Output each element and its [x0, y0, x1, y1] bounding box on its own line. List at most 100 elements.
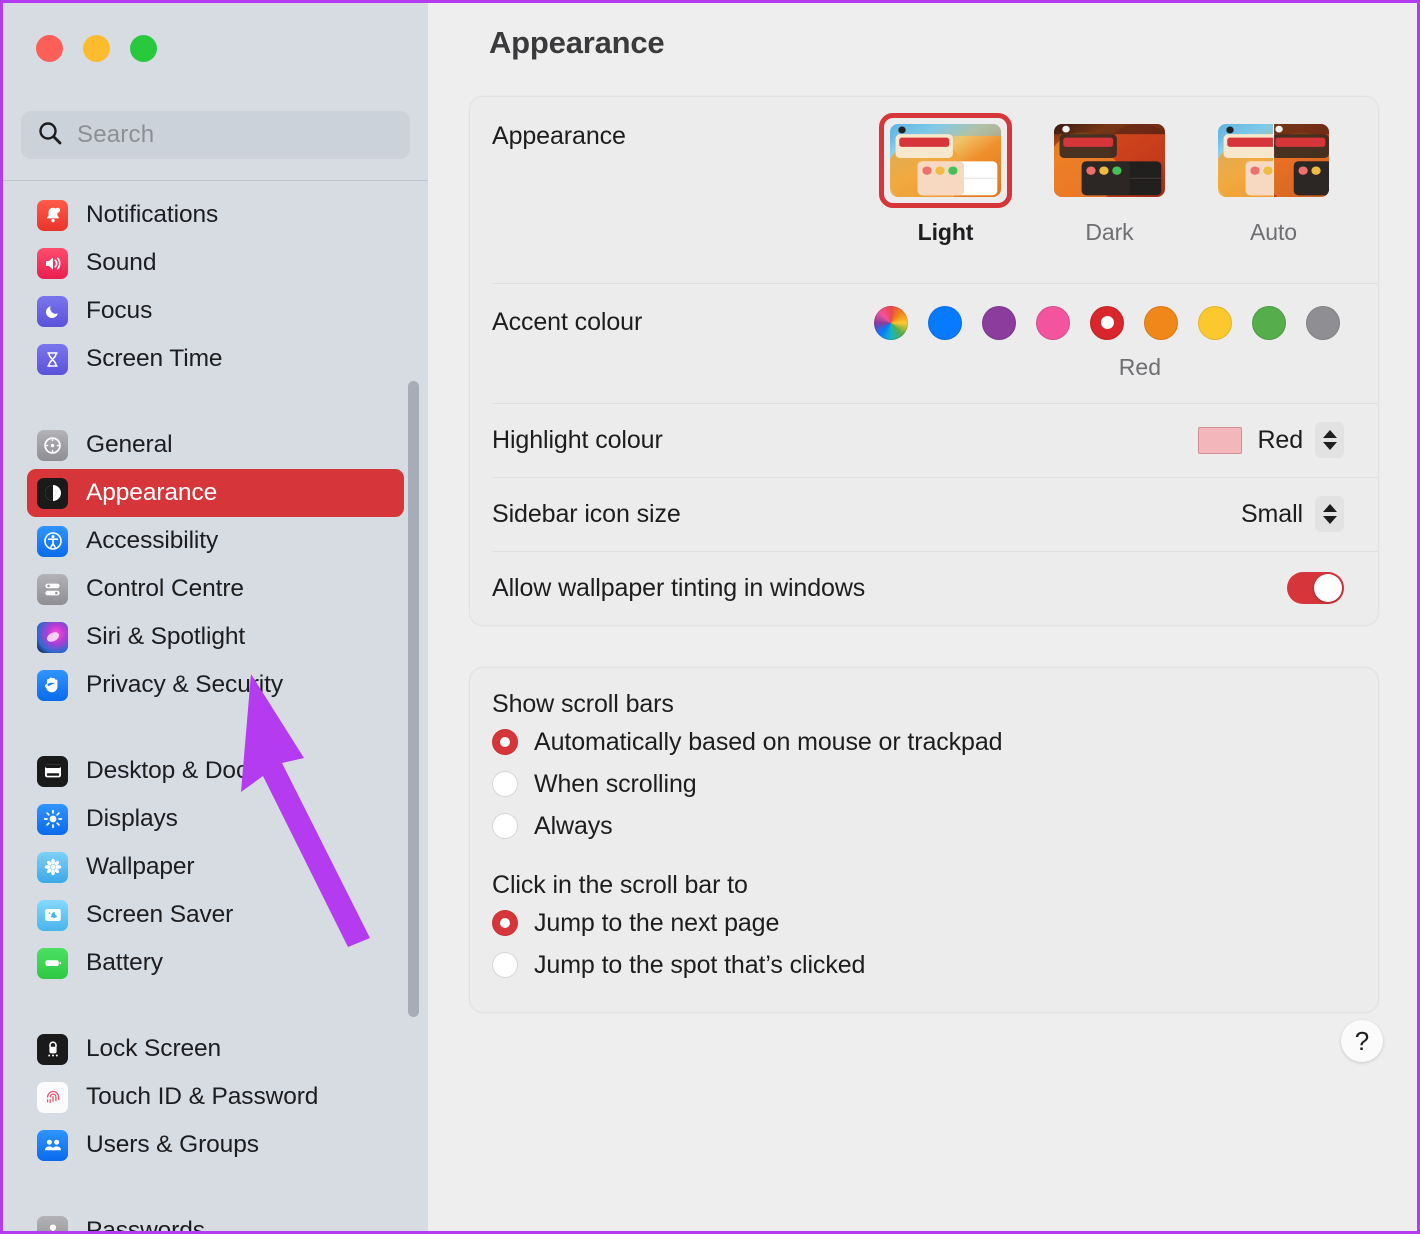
sidebar-item-privacy-security[interactable]: Privacy & Security: [27, 661, 404, 709]
sidebar-item-label: Battery: [86, 949, 163, 976]
accent-swatch-green[interactable]: [1252, 305, 1286, 340]
toggle-knob: [1314, 574, 1342, 602]
control-centre-icon: [37, 573, 68, 605]
sidebar-item-label: Focus: [86, 297, 153, 324]
radio-option-jump-next-page[interactable]: Jump to the next page: [492, 904, 1378, 942]
radio-option-when-scrolling[interactable]: When scrolling: [492, 765, 1378, 803]
sidebar-item-label: Control Centre: [86, 575, 244, 602]
sidebar-item-label: Sound: [86, 249, 157, 276]
click-scroll-bar-title: Click in the scroll bar to: [492, 871, 748, 899]
radio-option-jump-to-spot[interactable]: Jump to the spot that’s clicked: [492, 946, 1378, 984]
chevron-down-icon[interactable]: [1322, 442, 1337, 450]
system-settings-window: Search Notifications Sound Focus Screen …: [0, 0, 1420, 1234]
sidebar-item-notifications[interactable]: Notifications: [27, 191, 404, 239]
radio-option-always[interactable]: Always: [492, 807, 1378, 845]
radio-option-automatic[interactable]: Automatically based on mouse or trackpad: [492, 723, 1378, 761]
general-icon: [37, 429, 68, 461]
question-mark-icon: ?: [1354, 1025, 1370, 1056]
minimize-window-button[interactable]: [83, 35, 110, 62]
radio-button[interactable]: [492, 729, 518, 755]
accent-swatch-yellow[interactable]: [1198, 305, 1232, 340]
radio-button[interactable]: [492, 952, 518, 978]
highlight-colour-row: Highlight colour Red: [470, 403, 1378, 477]
sidebar-item-battery[interactable]: Battery: [27, 939, 404, 987]
sidebar-item-displays[interactable]: Displays: [27, 795, 404, 843]
dark-theme-preview: [1054, 124, 1165, 197]
wallpaper-tinting-toggle[interactable]: [1287, 572, 1344, 604]
accent-swatch-blue[interactable]: [928, 305, 962, 340]
chevron-up-icon[interactable]: [1322, 504, 1337, 512]
radio-button[interactable]: [492, 910, 518, 936]
chevron-down-icon[interactable]: [1322, 516, 1337, 524]
sidebar-item-sound[interactable]: Sound: [27, 239, 404, 287]
sidebar-item-touch-id[interactable]: Touch ID & Password: [27, 1073, 404, 1121]
appearance-row: Appearance Light Dark Auto: [470, 97, 1378, 283]
passwords-icon: [37, 1215, 68, 1231]
sidebar-item-focus[interactable]: Focus: [27, 287, 404, 335]
accent-swatch-orange[interactable]: [1144, 305, 1178, 340]
sidebar-icon-size-row: Sidebar icon size Small: [470, 477, 1378, 551]
sidebar-item-label: Privacy & Security: [86, 671, 283, 698]
sidebar-item-desktop-dock[interactable]: Desktop & Dock: [27, 747, 404, 795]
theme-option-light[interactable]: Light: [879, 113, 1012, 246]
accent-swatch-purple[interactable]: [982, 305, 1016, 340]
sidebar-item-label: Accessibility: [86, 527, 219, 554]
accent-colour-row: Accent colour Red: [470, 283, 1378, 403]
sidebar-nav: Notifications Sound Focus Screen Time Ge…: [3, 181, 428, 1231]
search-input[interactable]: Search: [21, 111, 410, 159]
help-button[interactable]: ?: [1341, 1020, 1383, 1062]
sidebar-item-screen-time[interactable]: Screen Time: [27, 335, 404, 383]
sidebar-item-general[interactable]: General: [27, 421, 404, 469]
accessibility-icon: [37, 525, 68, 557]
scroll-bars-card: Show scroll bars Automatically based on …: [469, 667, 1379, 1013]
accent-swatch-pink[interactable]: [1036, 305, 1070, 340]
sidebar-item-label: Desktop & Dock: [86, 757, 261, 784]
sidebar-item-appearance[interactable]: Appearance: [27, 469, 404, 517]
theme-label: Auto: [1250, 219, 1297, 245]
accent-swatch-multicolour[interactable]: [874, 305, 908, 340]
theme-thumb-frame: [1207, 113, 1340, 208]
appearance-label: Appearance: [492, 122, 626, 150]
accent-swatch-graphite[interactable]: [1306, 305, 1340, 340]
focus-icon: [37, 295, 68, 327]
close-window-button[interactable]: [36, 35, 63, 62]
sound-icon: [37, 247, 68, 279]
sidebar: Search Notifications Sound Focus Screen …: [3, 3, 428, 1231]
highlight-colour-swatch: [1198, 426, 1243, 454]
desktop-dock-icon: [37, 755, 68, 787]
main-content: Appearance Appearance Light Dark Auto Ac…: [428, 3, 1417, 1231]
privacy-security-icon: [37, 669, 68, 701]
sidebar-item-control-centre[interactable]: Control Centre: [27, 565, 404, 613]
sidebar-item-screen-saver[interactable]: Screen Saver: [27, 891, 404, 939]
auto-theme-preview: [1218, 124, 1329, 197]
radio-button[interactable]: [492, 813, 518, 839]
radio-button[interactable]: [492, 771, 518, 797]
sidebar-scrollbar[interactable]: [408, 381, 419, 1017]
battery-icon: [37, 947, 68, 979]
click-scroll-bar-group: Click in the scroll bar to Jump to the n…: [470, 845, 1378, 1012]
sidebar-item-passwords[interactable]: Passwords: [27, 1207, 404, 1231]
accent-swatch-red[interactable]: [1090, 305, 1124, 340]
sidebar-icon-size-stepper[interactable]: [1315, 496, 1344, 532]
sidebar-item-accessibility[interactable]: Accessibility: [27, 517, 404, 565]
sidebar-item-wallpaper[interactable]: Wallpaper: [27, 843, 404, 891]
screen-saver-icon: [37, 899, 68, 931]
chevron-up-icon[interactable]: [1322, 430, 1337, 438]
accent-colour-swatches: [874, 305, 1344, 340]
sidebar-item-lock-screen[interactable]: Lock Screen: [27, 1025, 404, 1073]
sidebar-item-users-groups[interactable]: Users & Groups: [27, 1121, 404, 1169]
sidebar-group-4: Lock Screen Touch ID & Password Users & …: [3, 1025, 428, 1169]
sidebar-item-label: Displays: [86, 805, 178, 832]
highlight-colour-stepper[interactable]: [1315, 422, 1344, 458]
appearance-settings-card: Appearance Light Dark Auto Accent colour…: [469, 96, 1379, 626]
accent-colour-name: Red: [1118, 353, 1161, 380]
sidebar-item-siri-spotlight[interactable]: Siri & Spotlight: [27, 613, 404, 661]
highlight-colour-label: Highlight colour: [492, 425, 663, 454]
sidebar-group-1: Notifications Sound Focus Screen Time: [3, 191, 428, 383]
theme-option-auto[interactable]: Auto: [1207, 113, 1340, 246]
appearance-icon: [37, 477, 68, 509]
theme-option-dark[interactable]: Dark: [1043, 113, 1176, 246]
maximize-window-button[interactable]: [130, 35, 157, 62]
